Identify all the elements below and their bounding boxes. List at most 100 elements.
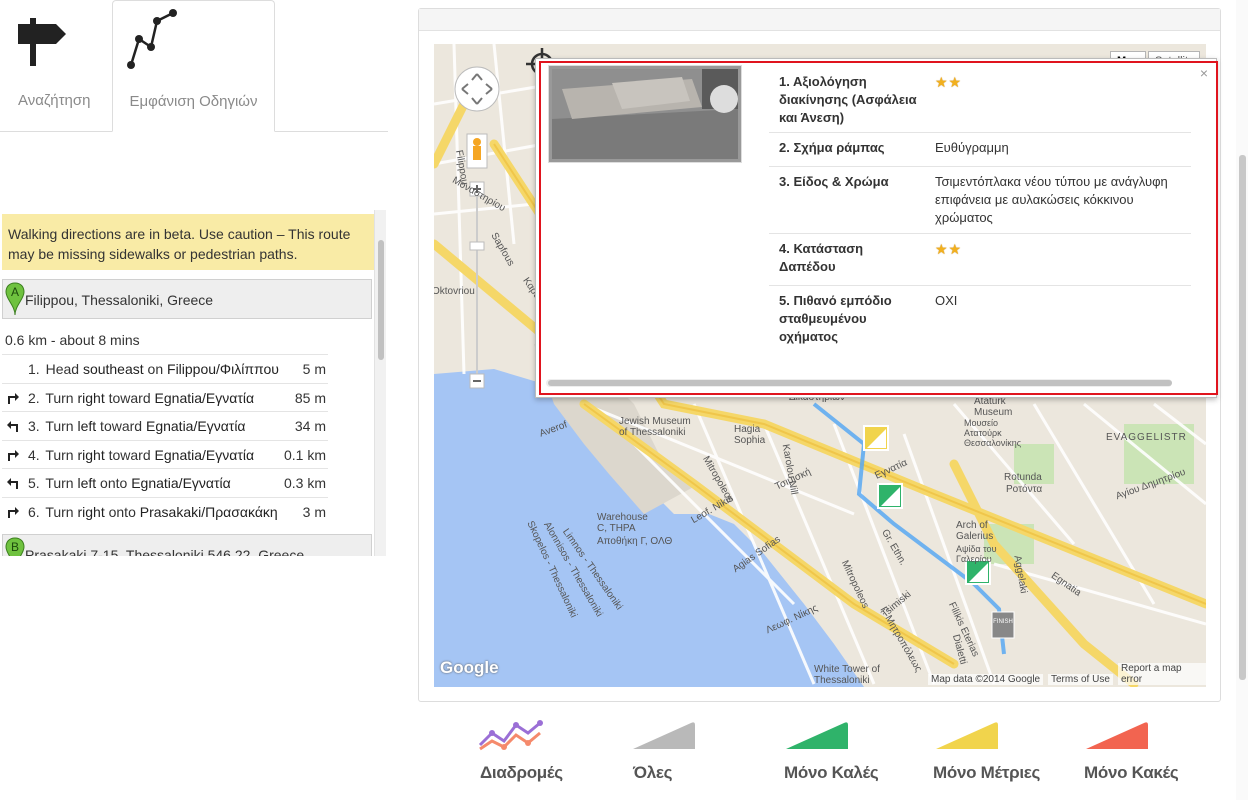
step-bold-2: Egnatia/Εγνατία [145,418,246,435]
attribute-key: 2. Σχήμα ράμπας [779,140,885,155]
ramp-attribute-row: 1. Αξιολόγηση διακίνησης (Ασφάλεια και Ά… [769,67,1191,133]
finish-label: FINISH [993,619,1013,625]
step-number: 6. [28,503,40,520]
legend-medium[interactable]: Μόνο Μέτριες [900,715,1050,795]
directions-scrollbar[interactable] [374,210,386,556]
page-scroll-thumb[interactable] [1239,155,1246,680]
direction-step[interactable]: 5. Turn left onto Egnatia/Εγνατία 0.3 km [2,468,328,497]
ramp-photo-image [552,69,738,159]
step-mid: onto [96,475,132,492]
pegman-icon[interactable] [466,133,488,169]
step-bold-1: left [77,475,97,492]
step-bold-2: Egnatia/Εγνατία [154,389,255,406]
step-bold-1: southeast [82,361,144,377]
step-number: 2. [28,389,40,406]
step-distance: 85 m [294,389,326,406]
map-label: Oktovriou [434,286,475,297]
map-label: Warehouse C, THPA [597,512,648,534]
ramp-marker-medium[interactable] [863,425,889,451]
directions-panel: Walking directions are in beta. Use caut… [0,210,388,556]
map-attribution: Map data ©2014 Google [928,674,1044,685]
pan-control[interactable] [454,66,500,112]
step-bold-1: right [77,503,105,520]
attribute-stars: ★★ [935,73,1175,92]
walking-warning: Walking directions are in beta. Use caut… [2,214,374,270]
legend-routes[interactable]: Διαδρομές [460,715,610,795]
map-label: White Tower of Thessaloniki [814,664,880,686]
direction-step[interactable]: 3. Turn left toward Egnatia/Εγνατία 34 m [2,411,328,440]
turn-right-icon [8,449,19,461]
step-bold-2: Filippou/Φιλίππου [167,361,279,377]
ramp-photo [548,65,742,163]
legend-good[interactable]: Μόνο Καλές [750,715,900,795]
step-pre: Turn [45,389,78,406]
step-distance: 3 m [302,503,326,520]
page-scrollbar[interactable] [1236,0,1248,800]
legend-bad[interactable]: Μόνο Κακές [1052,715,1202,795]
star-icon: ★★ [935,74,963,90]
map-label: EVAGGELISTR [1106,432,1187,443]
step-bold-1: left [77,418,97,435]
attribute-value: Ευθύγραμμη [935,140,1009,155]
google-logo[interactable]: Google [440,658,499,678]
legend-all-label: Όλες [633,763,673,782]
tab-show-directions[interactable]: Εμφάνιση Οδηγιών [112,0,275,132]
ramp-legend: Διαδρομές Όλες Μόνο Καλές Μόνο Μέτριες Μ… [460,715,1220,795]
report-error-link[interactable]: Report a map error [1118,663,1206,685]
marker-b-letter: B [11,540,19,554]
ramp-bad-icon [1086,722,1148,749]
step-bold-1: right [77,389,105,406]
route-summary: 0.6 km - about 8 mins [5,332,140,348]
ramp-all-icon [633,722,695,749]
turn-right-icon [8,392,19,404]
direction-step[interactable]: 2. Turn right toward Egnatia/Εγνατία 85 … [2,382,328,412]
attribute-value: Τσιμεντόπλακα νέου τύπου με ανάγλυφη επι… [935,174,1168,225]
marker-b-icon: B [5,537,25,556]
map-label: Αψίδα του Γαλερίου [956,544,997,564]
legend-medium-label: Μόνο Μέτριες [933,763,1041,782]
step-mid: toward [96,418,146,435]
step-mid: toward [104,446,155,463]
ramp-info-window: × 1. Αξιολόγηση διακίνησης (Ασφάλεια και… [535,58,1217,398]
signpost-icon [18,18,66,66]
info-close-button[interactable]: × [1200,65,1208,81]
attribute-key: 5. Πιθανό εμπόδιο σταθμευμένου οχήματος [779,293,892,344]
directions-scroll-thumb[interactable] [378,240,384,360]
info-scroll-thumb[interactable] [548,380,1172,386]
ramp-marker-good[interactable] [877,483,903,509]
step-distance: 5 m [302,361,326,377]
direction-step[interactable]: 6. Turn right onto Prasakaki/Πρασακάκη 3… [2,496,328,526]
terms-link[interactable]: Terms of Use [1048,674,1113,685]
legend-all[interactable]: Όλες [595,715,745,795]
tab-show-directions-label: Εμφάνιση Οδηγιών [129,93,258,110]
step-number: 1. [28,361,40,377]
attribute-key: 1. Αξιολόγηση διακίνησης (Ασφάλεια και Ά… [779,74,917,125]
map-label: Μουσείο Ατατούρκ Θεσσαλονίκης [964,418,1022,448]
tab-search[interactable]: Αναζήτηση [0,0,112,132]
step-pre: Head [45,361,83,377]
map-label: Arch of Galerius [956,520,994,542]
tab-bar: Αναζήτηση Εμφάνιση Οδηγιών [0,0,388,132]
attribute-key: 3. Είδος & Χρώμα [779,174,889,189]
step-mid: on [143,361,168,377]
routes-icon [478,720,543,751]
ramp-attribute-row: 3. Είδος & Χρώμα Τσιμεντόπλακα νέου τύπο… [769,167,1191,234]
map-label: Jewish Museum of Thessaloniki [619,416,691,438]
star-icon: ★★ [935,241,963,257]
step-list: 1. Head southeast on Filippou/Φιλίππου 5… [2,354,328,526]
turn-left-icon [7,478,18,490]
step-pre: Turn [45,503,78,520]
start-waypoint[interactable]: A Filippou, Thessaloniki, Greece [2,279,372,319]
map-label: Hagia Sophia [734,424,766,446]
attribute-stars: ★★ [935,240,1175,259]
direction-step[interactable]: 1. Head southeast on Filippou/Φιλίππου 5… [2,354,328,383]
step-bold-2: Egnatia/Εγνατία [131,475,231,492]
ramp-attribute-row: 4. Κατάσταση Δαπέδου ★★ [769,234,1191,286]
step-bold-2: Egnatia/Εγνατία [154,446,255,463]
info-horizontal-scrollbar[interactable] [546,379,1172,387]
ramp-attribute-table: 1. Αξιολόγηση διακίνησης (Ασφάλεια και Ά… [769,67,1191,358]
ramp-attribute-row: 5. Πιθανό εμπόδιο σταθμευμένου οχήματος … [769,286,1191,358]
direction-step[interactable]: 4. Turn right toward Egnatia/Εγνατία 0.1… [2,439,328,469]
end-waypoint[interactable]: B Prasakaki 7-15, Thessaloniki 546 22, G… [2,534,372,556]
step-number: 5. [28,475,40,492]
